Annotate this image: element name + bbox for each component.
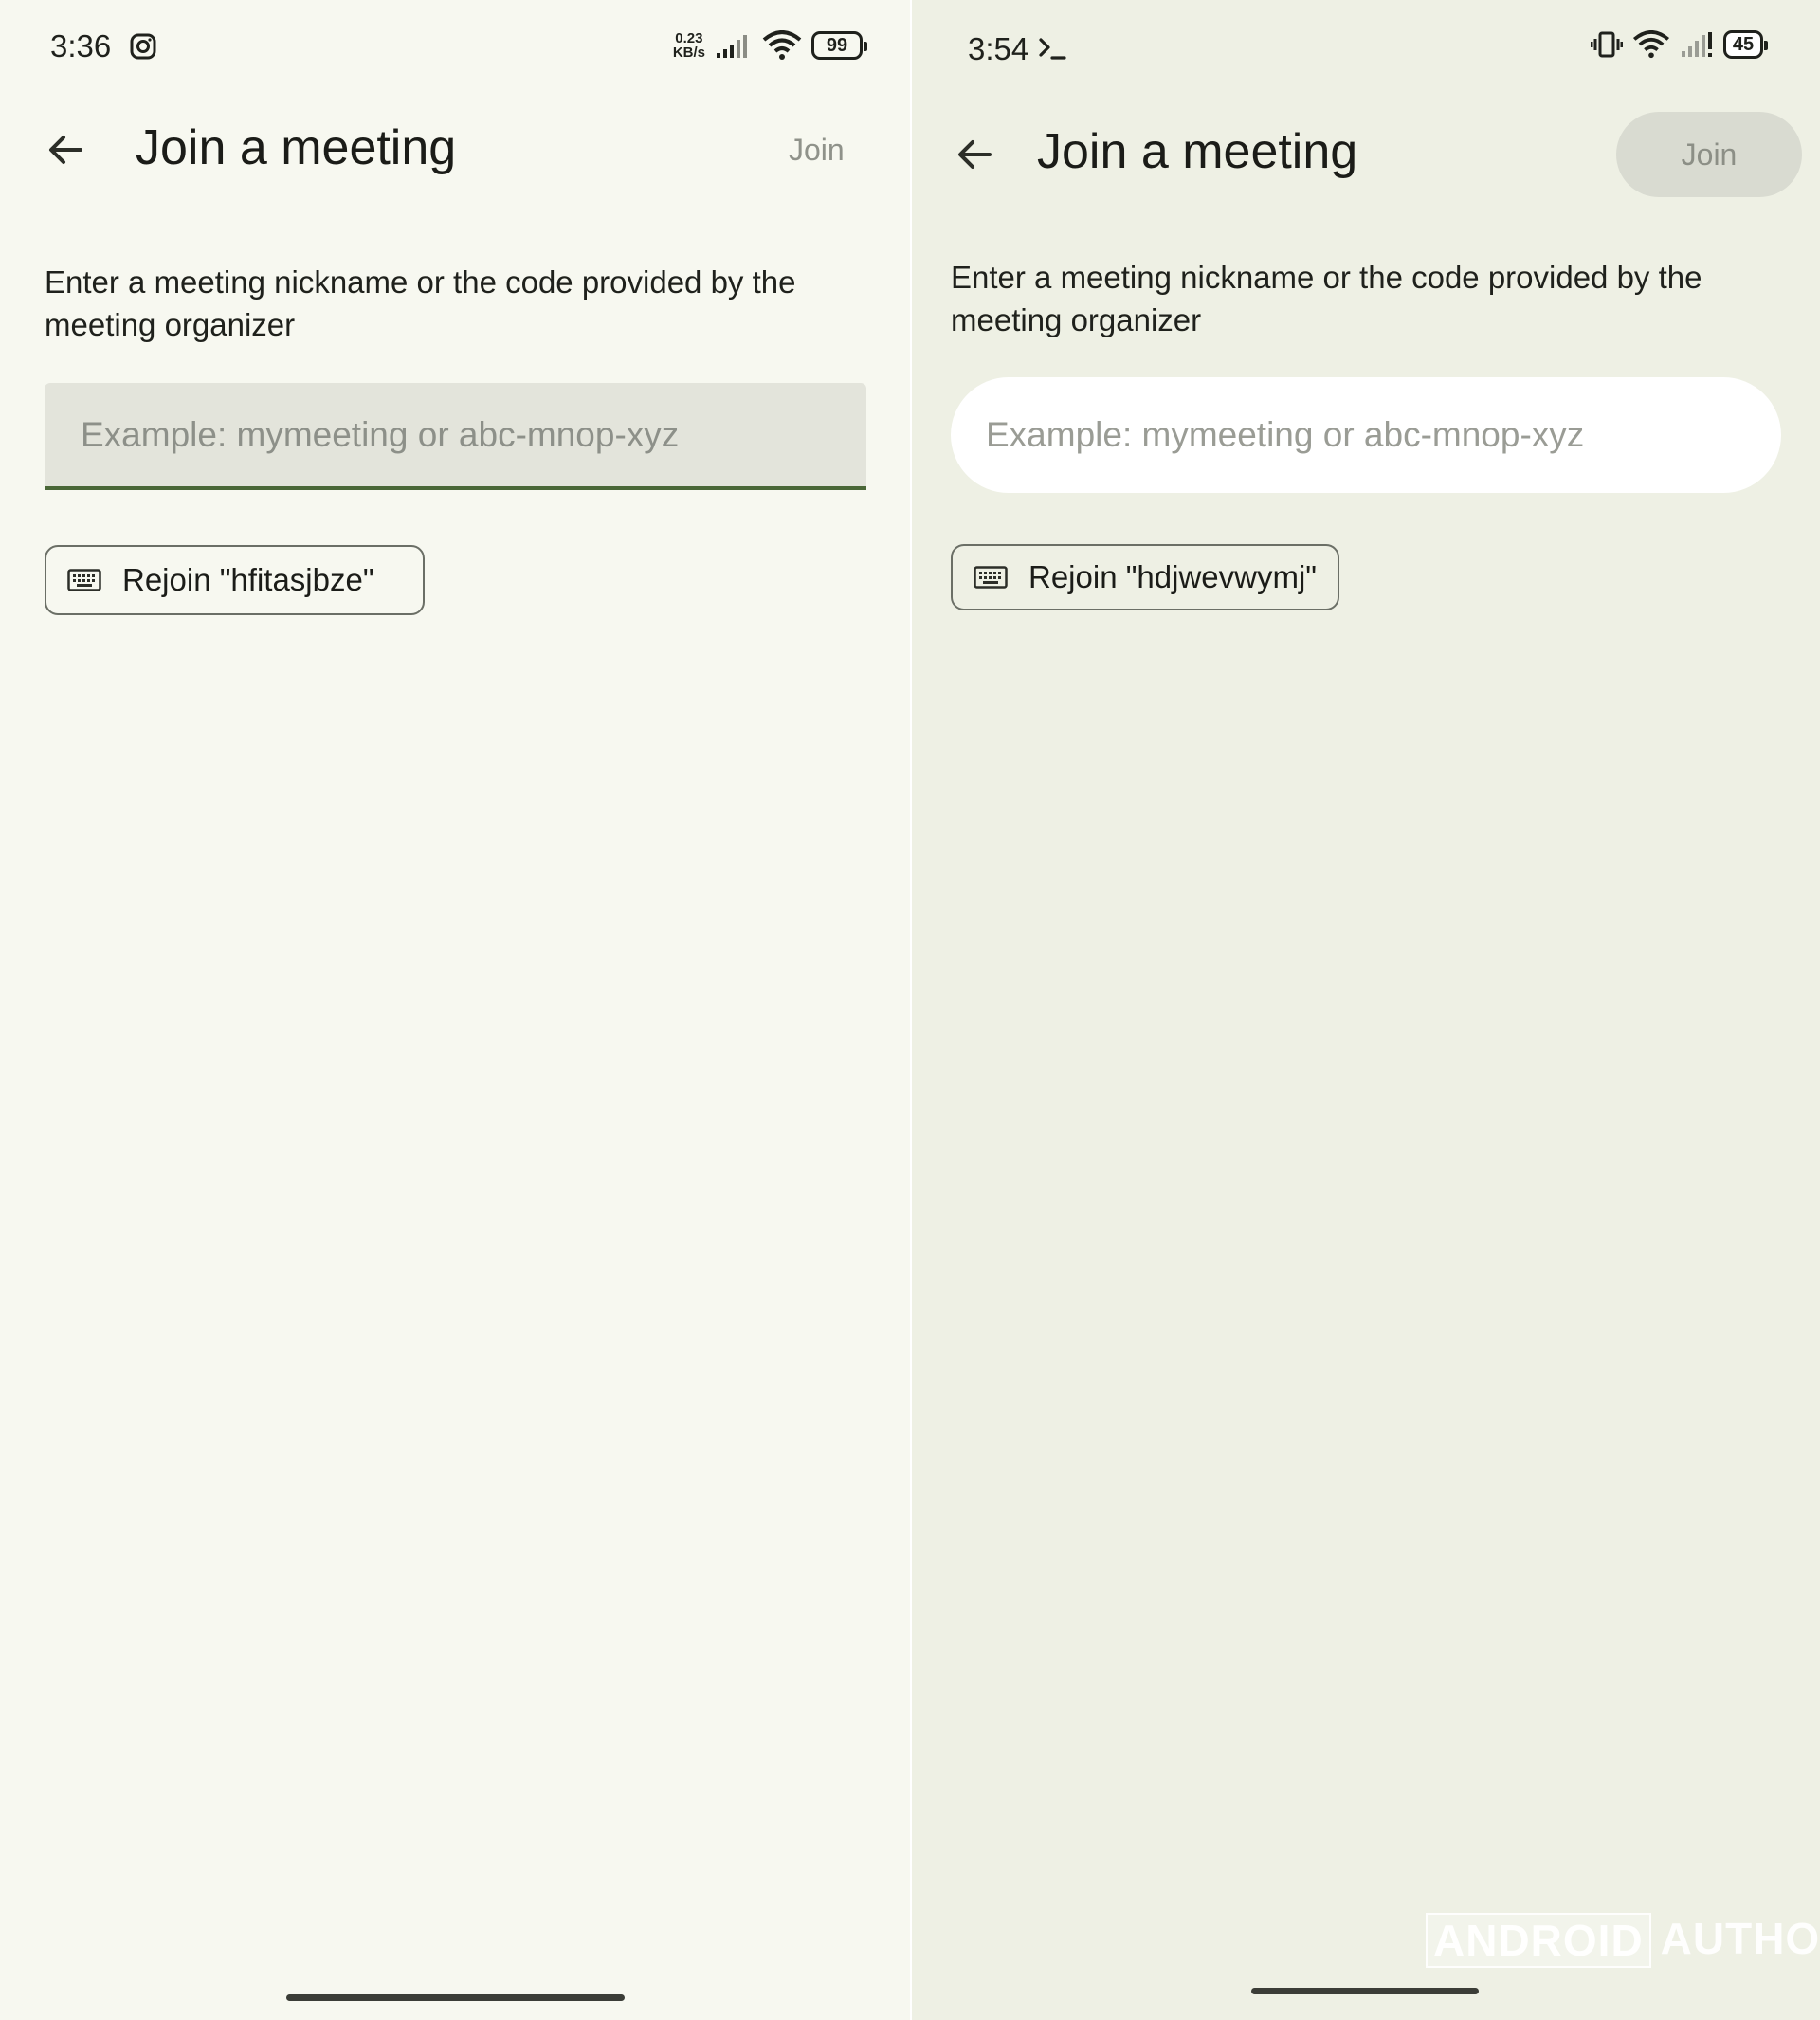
rejoin-chip[interactable]: Rejoin "hdjwevwymj" <box>951 544 1339 610</box>
meeting-code-input[interactable]: Example: mymeeting or abc-mnop-xyz <box>951 377 1781 493</box>
back-arrow-icon[interactable] <box>43 127 88 173</box>
input-placeholder: Example: mymeeting or abc-mnop-xyz <box>81 414 680 454</box>
battery-indicator: 45 <box>1723 30 1768 59</box>
status-time: 3:54 <box>968 31 1029 66</box>
watermark: ANDROID AUTHORITY <box>1426 1913 1820 1968</box>
watermark-part2: AUTHORITY <box>1660 1914 1820 1963</box>
status-time: 3:36 <box>50 28 112 64</box>
status-icons: 0.23 KB/s 99 <box>672 30 867 61</box>
instagram-icon <box>130 33 156 60</box>
rejoin-chip[interactable]: Rejoin "hfitasjbze" <box>45 545 425 615</box>
signal-icon <box>717 35 747 58</box>
back-arrow-icon[interactable] <box>952 132 997 177</box>
wifi-icon <box>1632 30 1670 59</box>
meeting-code-input[interactable]: Example: mymeeting or abc-mnop-xyz <box>45 383 866 490</box>
join-button[interactable]: Join <box>789 133 845 168</box>
join-button[interactable]: Join <box>1616 112 1802 197</box>
signal-no-service-icon <box>1682 32 1712 57</box>
page-title: Join a meeting <box>136 120 457 175</box>
left-screen: 3:36 0.23 KB/s 99 Join a meeting Join En… <box>0 0 910 2020</box>
right-screen: 3:54 45 Join a meeting Join Enter a meet… <box>912 0 1820 2020</box>
instructions-text: Enter a meeting nickname or the code pro… <box>45 264 796 342</box>
instructions-text: Enter a meeting nickname or the code pro… <box>951 260 1702 337</box>
page-title: Join a meeting <box>1037 124 1358 179</box>
home-indicator[interactable] <box>286 1994 625 2001</box>
watermark-part1: ANDROID <box>1426 1913 1651 1968</box>
terminal-icon <box>1039 38 1066 60</box>
keyboard-icon <box>67 569 101 591</box>
network-speed: 0.23 KB/s <box>672 30 705 61</box>
rejoin-label: Rejoin "hdjwevwymj" <box>1028 559 1318 594</box>
home-indicator[interactable] <box>1251 1988 1479 1994</box>
wifi-icon <box>762 30 802 60</box>
vibrate-icon <box>1591 31 1623 58</box>
status-icons: 45 <box>1591 30 1768 59</box>
rejoin-label: Rejoin "hfitasjbze" <box>122 562 374 597</box>
keyboard-icon <box>974 566 1008 589</box>
input-placeholder: Example: mymeeting or abc-mnop-xyz <box>986 415 1585 454</box>
battery-indicator: 99 <box>811 31 867 60</box>
